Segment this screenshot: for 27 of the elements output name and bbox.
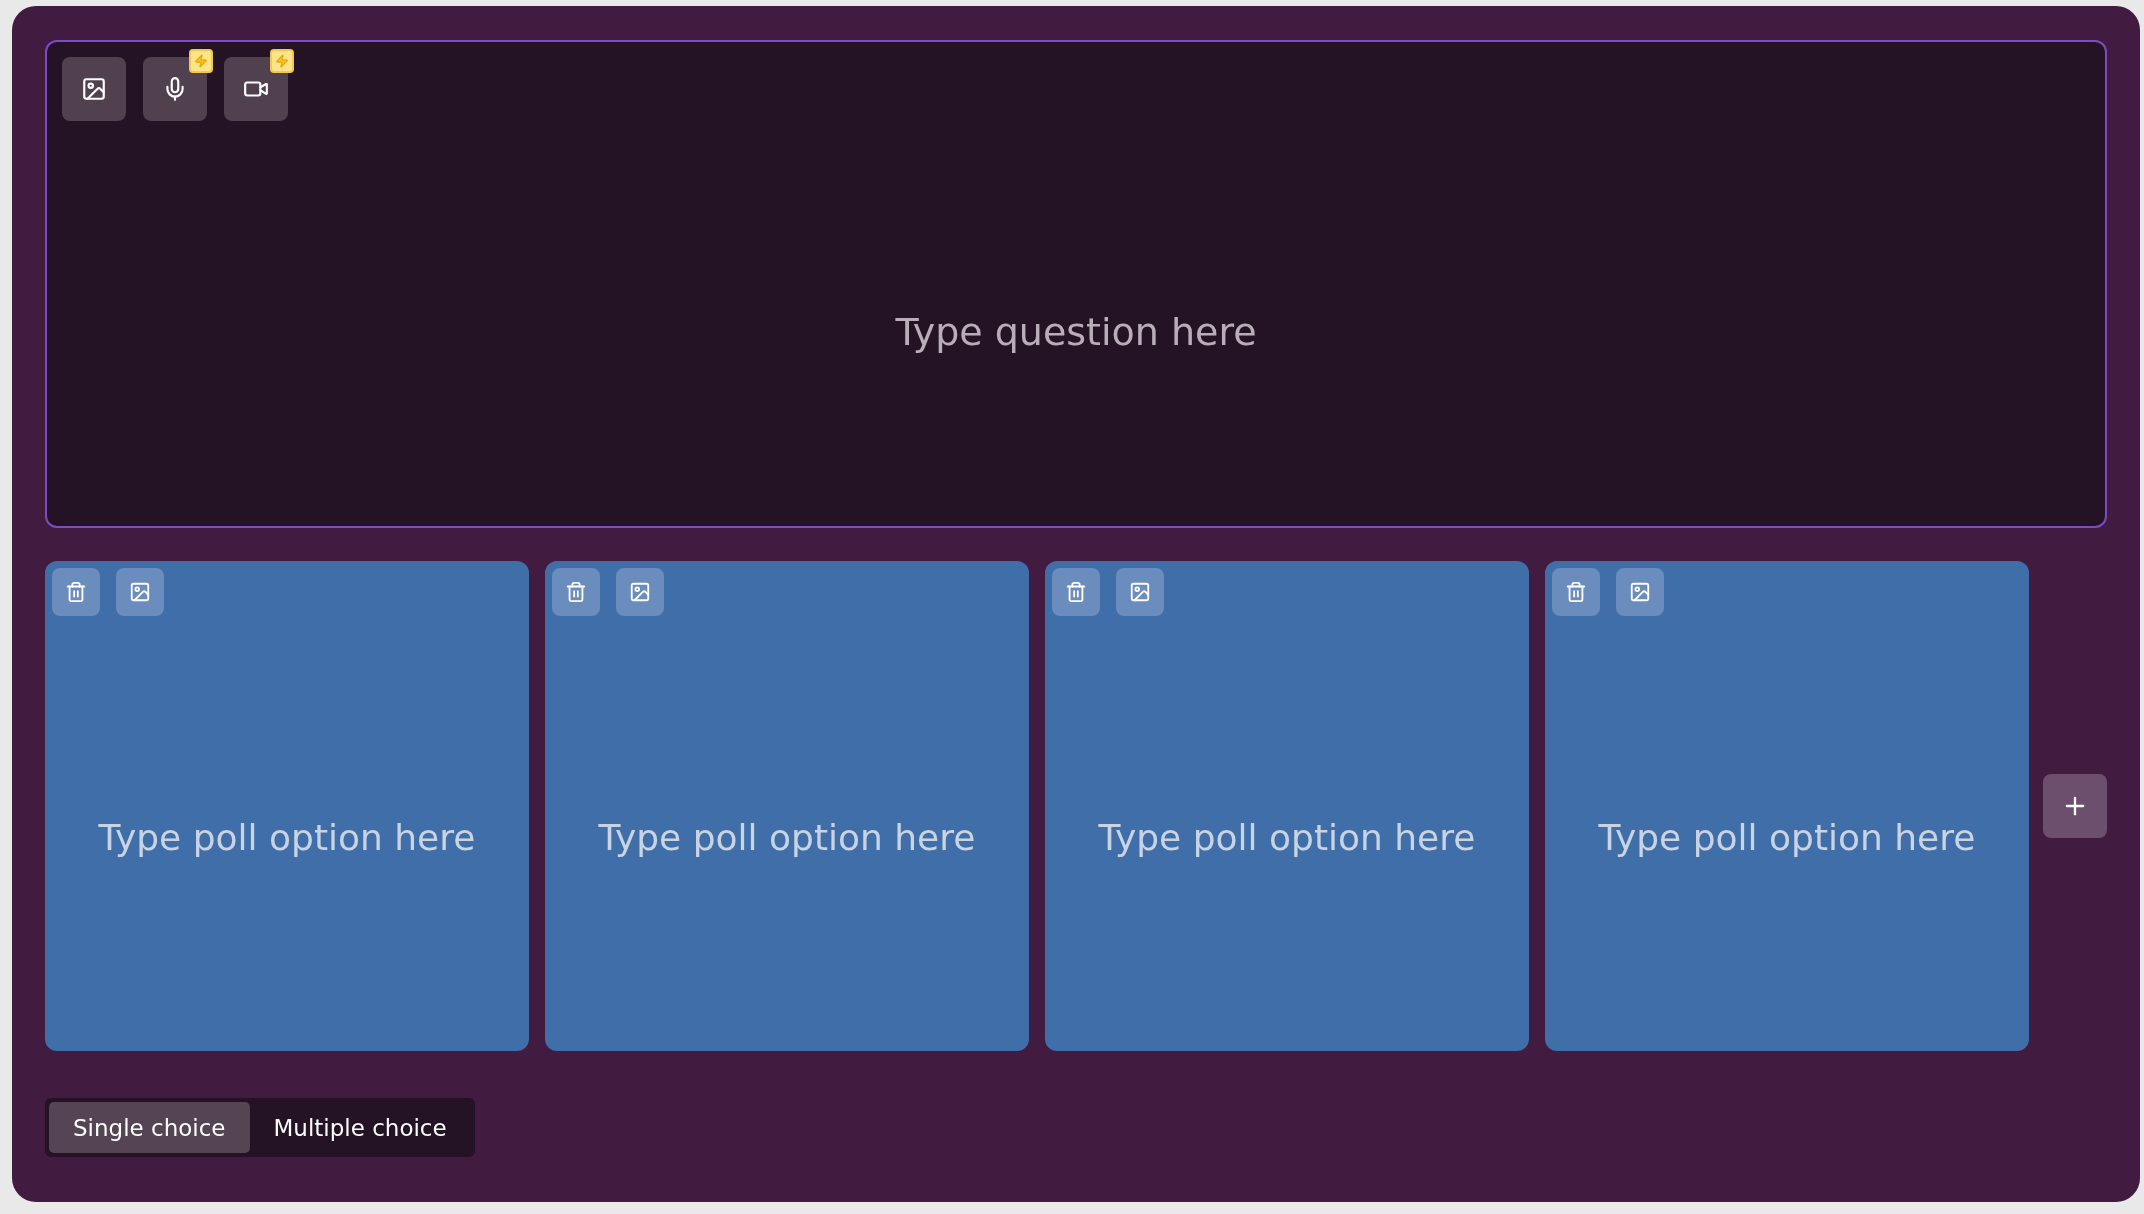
trash-icon bbox=[1565, 581, 1587, 603]
option-input[interactable]: Type poll option here bbox=[1052, 815, 1522, 859]
trash-icon bbox=[1065, 581, 1087, 603]
option-input[interactable]: Type poll option here bbox=[1552, 815, 2022, 859]
delete-button[interactable] bbox=[1052, 568, 1100, 616]
media-button[interactable] bbox=[224, 57, 288, 121]
trash-icon bbox=[565, 581, 587, 603]
option-input[interactable]: Type poll option here bbox=[52, 815, 522, 859]
choice-tab[interactable]: Single choice bbox=[49, 1102, 250, 1153]
image-icon bbox=[81, 76, 107, 102]
choice-tab[interactable]: Multiple choice bbox=[249, 1102, 471, 1153]
question-input[interactable]: Type question here bbox=[626, 309, 1526, 355]
image-button[interactable] bbox=[116, 568, 164, 616]
option-input[interactable]: Type poll option here bbox=[552, 815, 1022, 859]
image-icon bbox=[1629, 581, 1651, 603]
delete-button[interactable] bbox=[552, 568, 600, 616]
delete-button[interactable] bbox=[1552, 568, 1600, 616]
media-button[interactable] bbox=[62, 57, 126, 121]
trash-icon bbox=[65, 581, 87, 603]
image-icon bbox=[129, 581, 151, 603]
media-button[interactable] bbox=[143, 57, 207, 121]
image-icon bbox=[1129, 581, 1151, 603]
image-icon bbox=[629, 581, 651, 603]
delete-button[interactable] bbox=[52, 568, 100, 616]
image-button[interactable] bbox=[1616, 568, 1664, 616]
image-button[interactable] bbox=[1116, 568, 1164, 616]
image-button[interactable] bbox=[616, 568, 664, 616]
